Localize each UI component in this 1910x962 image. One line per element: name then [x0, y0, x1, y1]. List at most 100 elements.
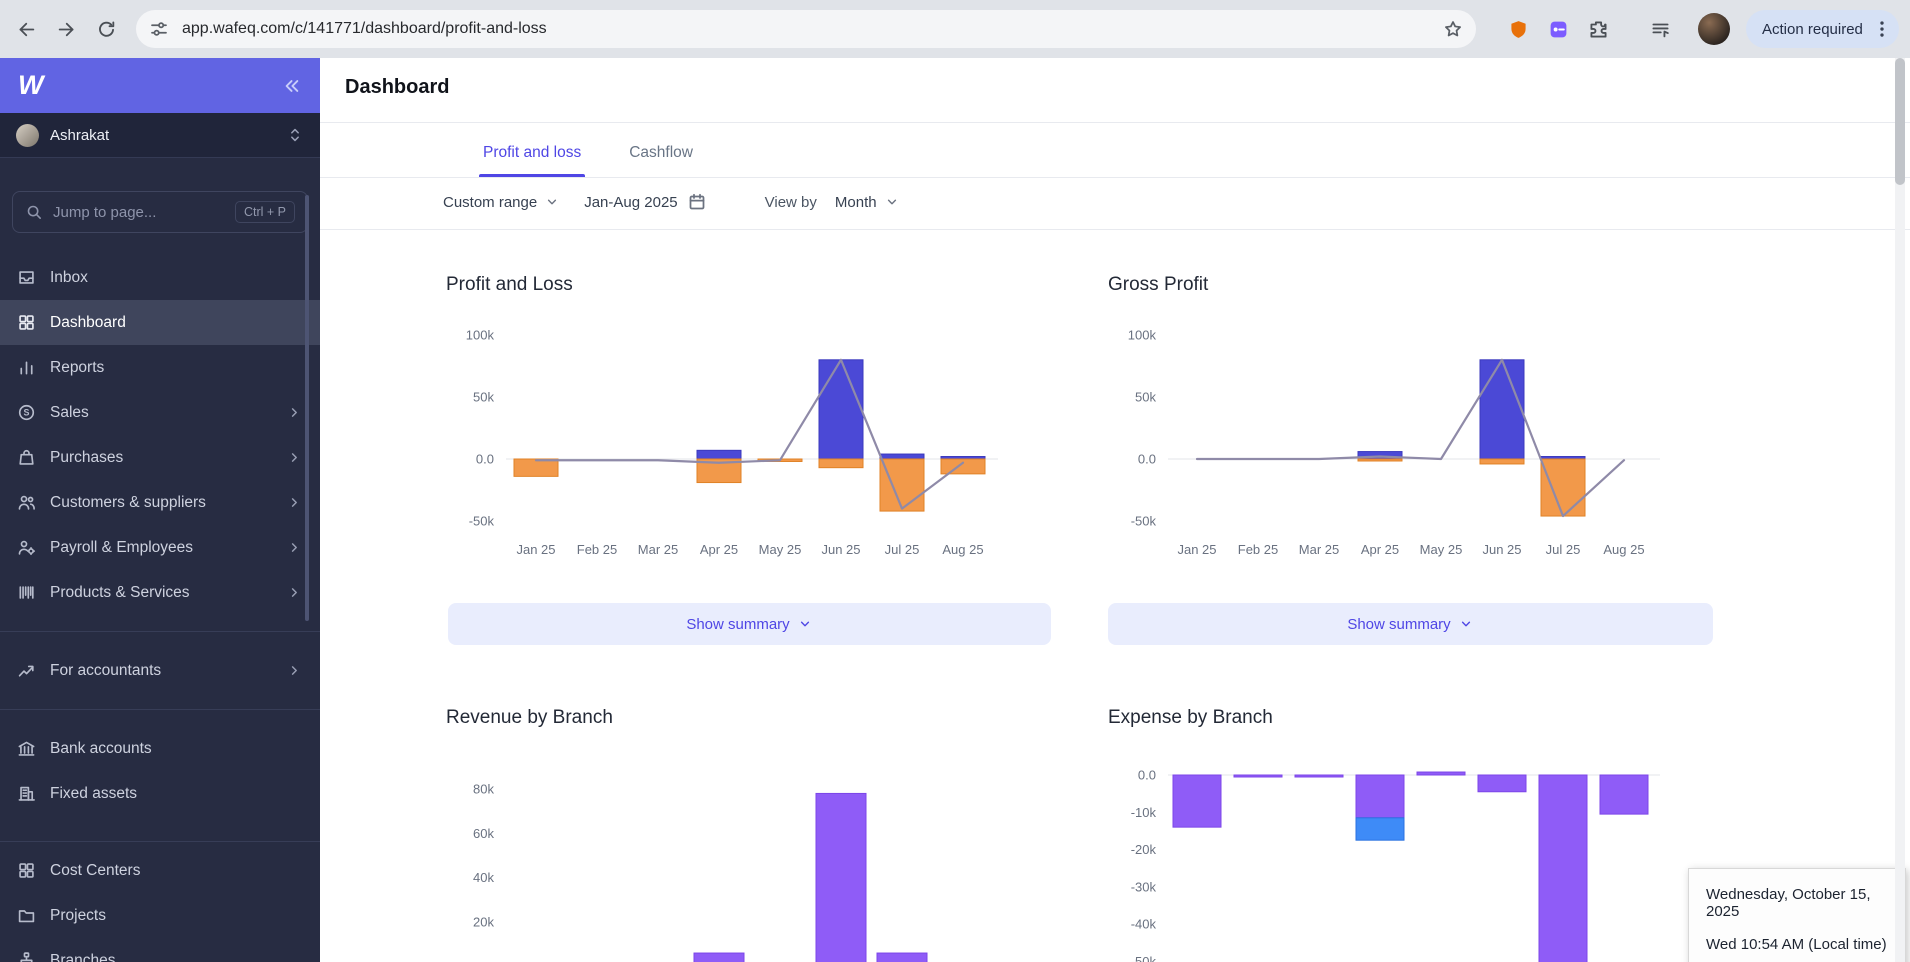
- reload-icon[interactable]: [86, 9, 126, 49]
- sidebar-item-projects[interactable]: Projects: [0, 893, 320, 938]
- purchases-bag-icon: [17, 448, 36, 467]
- branches-icon: [17, 951, 36, 962]
- chart-title-expense-by-branch: Expense by Branch: [1108, 707, 1273, 729]
- sales-icon: S: [17, 403, 36, 422]
- tab-cashflow[interactable]: Cashflow: [629, 128, 693, 177]
- main-content: Dashboard Profit and loss Cashflow Custo…: [320, 58, 1910, 962]
- svg-text:0.0: 0.0: [1138, 768, 1156, 783]
- bank-icon: [17, 739, 36, 758]
- jump-to-page-search[interactable]: Jump to page... Ctrl + P: [12, 191, 308, 233]
- screen: app.wafeq.com/c/141771/dashboard/profit-…: [0, 0, 1910, 962]
- inbox-icon: [17, 268, 36, 287]
- chevron-down-icon: [544, 194, 560, 210]
- account-switcher[interactable]: Ashrakat: [0, 113, 320, 158]
- account-avatar: [16, 124, 39, 147]
- svg-text:-40k: -40k: [1131, 917, 1157, 932]
- extension-purple-icon[interactable]: [1538, 9, 1578, 49]
- sidebar-item-for-accountants[interactable]: For accountants: [0, 648, 320, 693]
- svg-text:-50k: -50k: [1131, 514, 1157, 529]
- show-summary-button[interactable]: Show summary: [1108, 603, 1713, 645]
- collapse-sidebar-icon[interactable]: [280, 75, 302, 97]
- divider: [320, 122, 1910, 123]
- date-range-picker[interactable]: Jan-Aug 2025: [584, 192, 706, 212]
- svg-text:Aug 25: Aug 25: [1603, 542, 1644, 557]
- svg-text:Feb 25: Feb 25: [1238, 542, 1278, 557]
- view-by-value: Month: [835, 194, 877, 211]
- svg-text:0.0: 0.0: [476, 452, 494, 467]
- tooltip-date: Wednesday, October 15, 2025: [1706, 886, 1895, 920]
- extension-shield-icon[interactable]: [1498, 9, 1538, 49]
- sidebar-nav: Inbox Dashboard Reports S Sales Purchase…: [0, 233, 320, 962]
- svg-text:Jul 25: Jul 25: [885, 542, 920, 557]
- sidebar-item-reports[interactable]: Reports: [0, 345, 320, 390]
- svg-text:0.0: 0.0: [1138, 452, 1156, 467]
- bookmark-star-icon[interactable]: [1442, 18, 1464, 40]
- chevron-down-icon: [1458, 616, 1474, 632]
- dashboard-tabs: Profit and loss Cashflow: [483, 128, 693, 177]
- divider: [320, 229, 1910, 230]
- date-range-value: Jan-Aug 2025: [584, 194, 677, 211]
- building-icon: [17, 784, 36, 803]
- trend-icon: [17, 661, 36, 680]
- profile-avatar[interactable]: [1698, 13, 1730, 45]
- forward-icon[interactable]: [46, 9, 86, 49]
- browser-menu-icon[interactable]: [1871, 18, 1893, 40]
- chevron-right-icon: [286, 662, 303, 679]
- svg-text:20k: 20k: [473, 915, 494, 930]
- range-type-dropdown[interactable]: Custom range: [443, 194, 560, 211]
- sidebar-divider: [0, 709, 320, 710]
- action-required-button[interactable]: Action required: [1746, 10, 1899, 48]
- svg-text:Aug 25: Aug 25: [942, 542, 983, 557]
- chart-title-profit-and-loss: Profit and Loss: [446, 274, 573, 296]
- show-summary-button[interactable]: Show summary: [448, 603, 1051, 645]
- svg-text:Jul 25: Jul 25: [1546, 542, 1581, 557]
- sidebar: W Ashrakat Jump to page... Ctrl + P Inbo…: [0, 58, 320, 962]
- account-updown-icon: [286, 126, 304, 144]
- chevron-right-icon: [286, 404, 303, 421]
- chart-title-revenue-by-branch: Revenue by Branch: [446, 707, 613, 729]
- tab-profit-and-loss[interactable]: Profit and loss: [483, 128, 581, 177]
- svg-text:Mar 25: Mar 25: [1299, 542, 1339, 557]
- filters-bar: Custom range Jan-Aug 2025 View by Month: [443, 185, 900, 219]
- svg-text:Apr 25: Apr 25: [1361, 542, 1399, 557]
- page-scrollbar[interactable]: [1895, 58, 1905, 962]
- gross-profit-chart: 100k50k0.0-50kJan 25Feb 25Mar 25Apr 25Ma…: [1108, 320, 1718, 570]
- sidebar-item-products-services[interactable]: Products & Services: [0, 570, 320, 615]
- sidebar-item-purchases[interactable]: Purchases: [0, 435, 320, 480]
- sidebar-item-customers-suppliers[interactable]: Customers & suppliers: [0, 480, 320, 525]
- sidebar-item-cost-centers[interactable]: Cost Centers: [0, 848, 320, 893]
- expense-by-branch-chart: 0.0-10k-20k-30k-40k-50k: [1108, 750, 1718, 962]
- sidebar-item-inbox[interactable]: Inbox: [0, 255, 320, 300]
- svg-text:S: S: [24, 407, 30, 417]
- sidebar-item-payroll-employees[interactable]: Payroll & Employees: [0, 525, 320, 570]
- sidebar-item-branches[interactable]: Branches: [0, 938, 320, 962]
- address-bar[interactable]: app.wafeq.com/c/141771/dashboard/profit-…: [136, 10, 1476, 48]
- datetime-tooltip: Wednesday, October 15, 2025 Wed 10:54 AM…: [1688, 868, 1906, 962]
- divider: [320, 177, 1910, 178]
- svg-text:50k: 50k: [1135, 390, 1156, 405]
- revenue-by-branch-chart: 80k60k40k20k: [446, 750, 1056, 962]
- search-placeholder: Jump to page...: [53, 204, 156, 221]
- page-title: Dashboard: [345, 76, 449, 99]
- svg-text:May 25: May 25: [759, 542, 802, 557]
- people-icon: [17, 493, 36, 512]
- range-type-value: Custom range: [443, 194, 537, 211]
- svg-text:100k: 100k: [1128, 328, 1157, 343]
- calendar-icon: [687, 192, 707, 212]
- svg-text:-50k: -50k: [1131, 954, 1157, 962]
- extensions-puzzle-icon[interactable]: [1578, 9, 1618, 49]
- sidebar-item-fixed-assets[interactable]: Fixed assets: [0, 771, 320, 816]
- sidebar-item-dashboard[interactable]: Dashboard: [0, 300, 320, 345]
- sidebar-scrollbar[interactable]: [305, 195, 309, 621]
- folder-icon: [17, 906, 36, 925]
- svg-text:Apr 25: Apr 25: [700, 542, 738, 557]
- sidebar-item-bank-accounts[interactable]: Bank accounts: [0, 726, 320, 771]
- svg-text:-20k: -20k: [1131, 842, 1157, 857]
- sidebar-item-sales[interactable]: S Sales: [0, 390, 320, 435]
- reading-list-icon[interactable]: [1640, 9, 1680, 49]
- back-icon[interactable]: [6, 9, 46, 49]
- page-scrollbar-thumb[interactable]: [1895, 58, 1905, 185]
- site-settings-icon[interactable]: [148, 18, 170, 40]
- svg-text:Jun 25: Jun 25: [821, 542, 860, 557]
- view-by-dropdown[interactable]: Month: [835, 194, 900, 211]
